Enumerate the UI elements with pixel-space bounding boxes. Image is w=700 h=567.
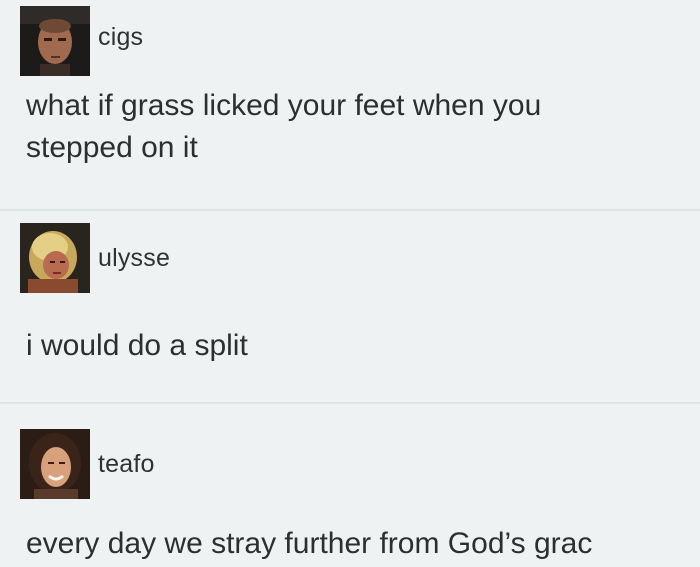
reblog-thread: cigs what if grass licked your feet when… bbox=[0, 0, 700, 567]
post-text-line: what if grass licked your feet when you bbox=[26, 89, 542, 122]
post-header: ulysse bbox=[20, 223, 170, 293]
post-text-line: i would do a split bbox=[26, 329, 248, 362]
post-text-line: stepped on it bbox=[26, 131, 198, 164]
avatar-ulysse[interactable] bbox=[20, 223, 90, 293]
username[interactable]: ulysse bbox=[98, 244, 170, 273]
post-text-line: every day we stray further from God’s gr… bbox=[26, 527, 593, 560]
avatar-cigs[interactable] bbox=[20, 6, 90, 76]
post-text: i would do a split bbox=[26, 325, 248, 367]
post-text: every day we stray further from God’s gr… bbox=[26, 523, 592, 565]
post-header: cigs bbox=[20, 6, 143, 76]
avatar-teafo[interactable] bbox=[20, 429, 90, 499]
post-header: teafo bbox=[20, 429, 155, 499]
post-ulysse: ulysse i would do a split bbox=[0, 211, 700, 403]
man-headshot-avatar-icon bbox=[20, 6, 90, 76]
username[interactable]: teafo bbox=[98, 450, 155, 479]
post-teafo: teafo every day we stray further from Go… bbox=[0, 404, 700, 567]
post-text: what if grass licked your feet when you … bbox=[26, 85, 541, 169]
blonde-person-avatar-icon bbox=[20, 223, 90, 293]
username[interactable]: cigs bbox=[98, 23, 143, 52]
smiling-woman-avatar-icon bbox=[20, 429, 90, 499]
post-cigs: cigs what if grass licked your feet when… bbox=[0, 0, 700, 210]
